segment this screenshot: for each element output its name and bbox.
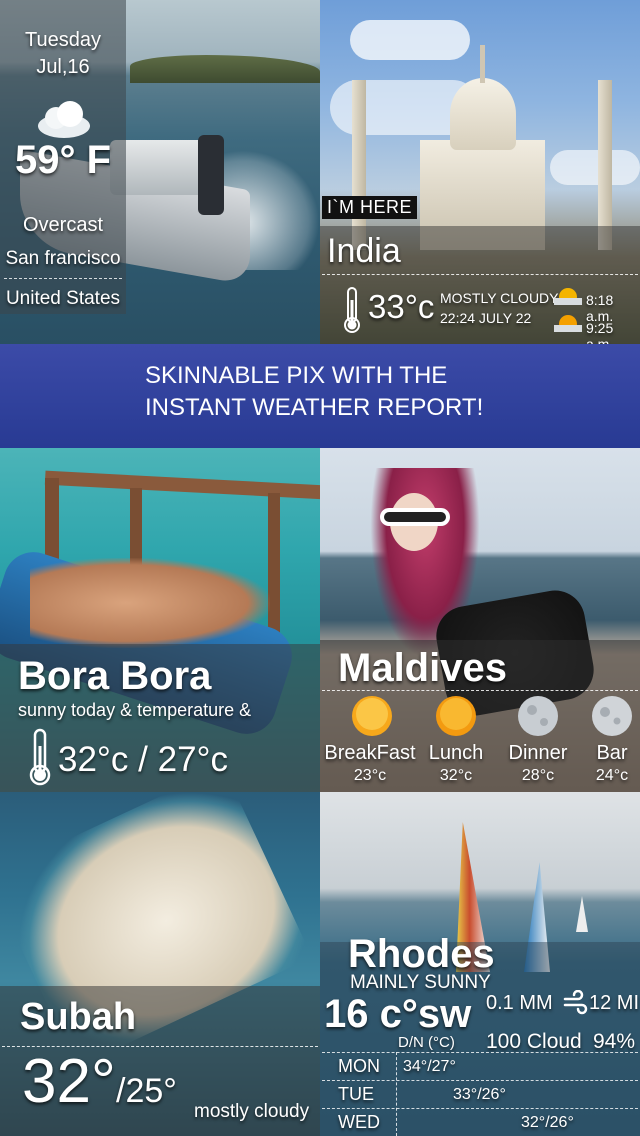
cloud-icon	[38, 101, 90, 138]
sky-cloud-image	[550, 150, 640, 185]
sun-icon	[352, 696, 392, 736]
location-name: Maldives	[338, 646, 507, 690]
taj-dome-image	[450, 78, 516, 150]
description-label: sunny today & temperature &	[18, 700, 252, 720]
outboard-motor-image	[198, 135, 224, 215]
divider	[322, 274, 638, 275]
im-here-badge: I`M HERE	[322, 196, 417, 219]
condition-label: MAINLY SUNNY	[350, 972, 491, 993]
weekday-label: Tuesday	[25, 29, 101, 51]
low-temperature: /25°	[116, 1072, 177, 1110]
sunset-icon	[554, 315, 582, 332]
divider	[322, 1080, 638, 1081]
divider	[322, 1108, 638, 1109]
thermometer-icon	[29, 728, 51, 786]
minaret-image	[352, 80, 366, 250]
moon-icon	[592, 696, 632, 736]
thermometer-icon	[344, 287, 360, 333]
shoreline-image	[130, 55, 320, 83]
couple-image	[30, 558, 270, 648]
forecast-temp-wed: 32°/26°	[521, 1114, 574, 1131]
temperature-value: 59° F	[14, 138, 112, 182]
rainfall-value: 0.1 MM	[486, 992, 553, 1014]
windsurf-sail-image	[576, 896, 588, 932]
humidity-value: 94%	[593, 1030, 636, 1053]
maldives-tile[interactable]	[320, 448, 640, 792]
meal-temp-breakfast: 23°c	[353, 767, 387, 784]
country-label: United States	[5, 288, 121, 309]
time-label: 22:24 JULY 22	[440, 310, 532, 326]
forecast-day-tue: TUE	[338, 1084, 374, 1104]
wind-speed-value: 12 MI	[589, 992, 640, 1014]
meal-label-bar: Bar	[596, 742, 628, 764]
day-night-header: D/N (°C)	[398, 1034, 455, 1051]
forecast-day-mon: MON	[338, 1056, 380, 1076]
condition-label: MOSTLY CLOUDY	[440, 290, 559, 306]
forecast-temp-tue: 33°/26°	[453, 1086, 506, 1103]
condition-label: mostly cloudy	[194, 1101, 310, 1122]
location-name: India	[327, 232, 401, 270]
location-name: Bora Bora	[18, 654, 212, 698]
india-tile[interactable]: I`M HERE India 33°c MOSTLY CLOUDY 22:24 …	[320, 0, 640, 344]
forecast-temp-mon: 34°/27°	[403, 1058, 456, 1075]
sunglasses-image	[380, 508, 450, 526]
divider	[322, 1052, 638, 1053]
divider	[396, 1052, 397, 1136]
minaret-image	[598, 80, 612, 250]
banner-line-1: SKINNABLE PIX WITH THE	[145, 362, 448, 389]
meal-temp-bar: 24°c	[595, 767, 629, 784]
sunset-time: 9:25 a.m.	[586, 320, 614, 344]
banner-line-2: INSTANT WEATHER REPORT!	[145, 394, 484, 421]
sky-cloud-image	[350, 20, 470, 60]
sunrise-icon	[554, 288, 582, 305]
temperature-wind-value: 16 c°sw	[324, 992, 472, 1036]
condition-label: Overcast	[22, 214, 104, 236]
forecast-day-wed: WED	[338, 1112, 380, 1132]
divider	[322, 690, 638, 691]
date-label: Jul,16	[36, 56, 90, 78]
taj-spire-image	[480, 45, 485, 83]
divider	[4, 278, 122, 279]
temperature-range: 32°c / 27°c	[58, 740, 229, 779]
moon-icon	[518, 696, 558, 736]
sun-icon	[436, 696, 476, 736]
high-temperature: 32°	[22, 1047, 116, 1116]
city-label: San francisco	[5, 248, 121, 269]
wind-icon	[563, 990, 588, 1015]
location-name: Rhodes	[348, 932, 495, 976]
cloud-cover-value: 100 Cloud	[486, 1030, 582, 1053]
temperature-value: 33°c	[368, 288, 435, 325]
location-name: Subah	[20, 996, 137, 1038]
meal-label-breakfast: BreakFast	[324, 742, 416, 764]
